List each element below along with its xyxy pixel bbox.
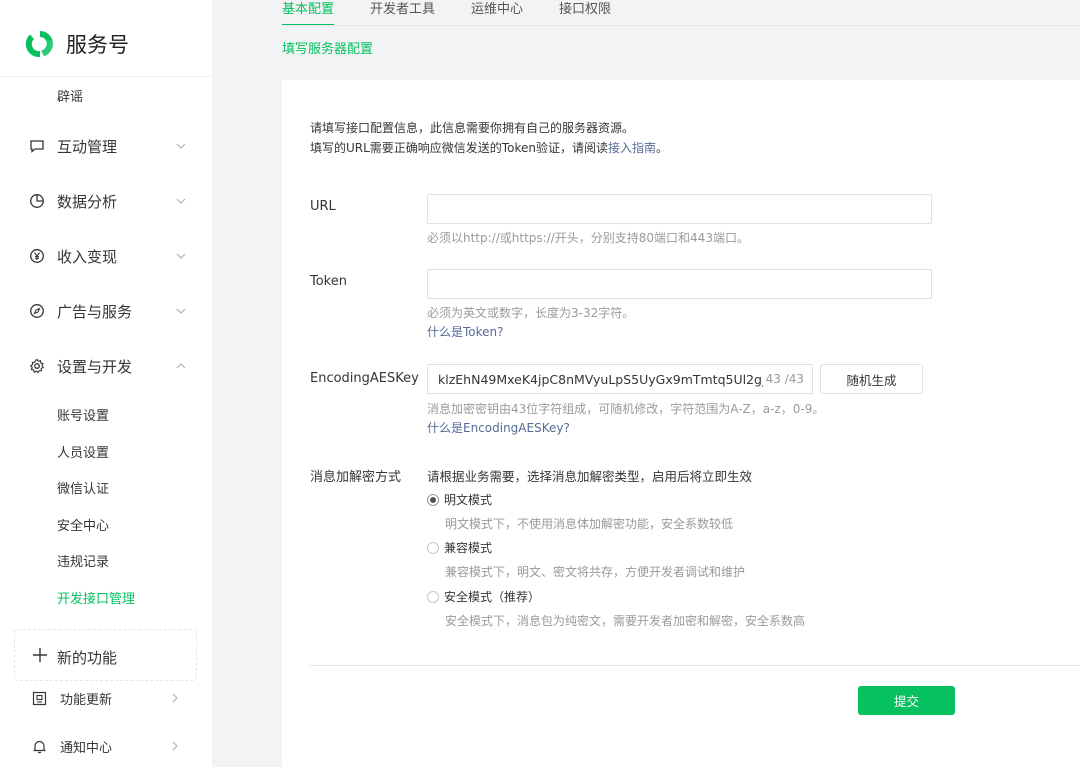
token-label: Token: [310, 274, 347, 289]
aes-key-value: klzEhN49MxeK4jpC8nMVyuLpS5UyGx9mTmtq5Ul2…: [438, 371, 766, 387]
sidebar-item-label: 广告与服务: [57, 302, 133, 321]
aes-key-hint: 消息加密密钥由43位字符组成，可随机修改，字符范围为A-Z，a-z，0-9。: [427, 402, 825, 416]
new-feature-label: 新的功能: [57, 649, 118, 667]
intro-line-2: 填写的URL需要正确响应微信发送的Token验证，请阅读接入指南。: [310, 138, 668, 158]
sidebar-item-feature-updates[interactable]: 功能更新: [30, 686, 182, 710]
compass-icon: [28, 302, 46, 320]
server-config-link[interactable]: 填写服务器配置: [282, 38, 373, 57]
random-generate-button[interactable]: 随机生成: [820, 364, 923, 394]
tab-api-permissions[interactable]: 接口权限: [559, 0, 611, 26]
radio-label: 明文模式: [444, 493, 493, 507]
intro-line-2-suffix: 。: [655, 141, 668, 155]
sidebar-item-label: 设置与开发: [57, 357, 133, 376]
radio-label: 安全模式（推荐）: [444, 590, 541, 604]
sidebar-item-monetization[interactable]: 收入变现: [28, 244, 188, 268]
chat-bubble-icon: [28, 137, 46, 155]
update-box-icon: [30, 689, 48, 707]
radio-unchecked-icon: [427, 590, 439, 603]
wechat-service-logo-icon: [25, 31, 53, 58]
radio-checked-icon: [427, 493, 439, 506]
sidebar-sub-item-rumor[interactable]: 辟谣: [57, 86, 83, 105]
secure-mode-desc: 安全模式下，消息包为纯密文，需要开发者加密和解密，安全系数高: [445, 614, 806, 628]
intro-line-1: 请填写接口配置信息，此信息需要你拥有自己的服务器资源。: [310, 121, 635, 135]
yen-coin-icon: [28, 247, 46, 265]
compatible-mode-desc: 兼容模式下，明文、密文将共存，方便开发者调试和维护: [445, 565, 746, 579]
radio-secure-mode[interactable]: 安全模式（推荐）: [427, 588, 540, 605]
url-input[interactable]: [427, 194, 932, 224]
what-is-aes-key-link[interactable]: 什么是EncodingAESKey?: [427, 419, 570, 436]
gear-icon: [28, 357, 46, 375]
token-input[interactable]: [427, 269, 932, 299]
access-guide-link[interactable]: 接入指南: [608, 141, 656, 155]
aes-key-label: EncodingAESKey: [310, 371, 419, 386]
chevron-down-icon: [176, 308, 186, 314]
sidebar-item-interaction[interactable]: 互动管理: [28, 134, 188, 158]
aes-key-input[interactable]: klzEhN49MxeK4jpC8nMVyuLpS5UyGx9mTmtq5Ul2…: [427, 364, 813, 394]
sidebar-item-label: 功能更新: [60, 692, 113, 708]
server-config-card: 请填写接口配置信息，此信息需要你拥有自己的服务器资源。 填写的URL需要正确响应…: [282, 80, 1080, 767]
brand-name: 服务号: [66, 33, 129, 57]
encryption-mode-intro: 请根据业务需要，选择消息加解密类型，启用后将立即生效: [427, 469, 753, 484]
sidebar-sub-item-dev-interface[interactable]: 开发接口管理: [57, 588, 135, 607]
chevron-down-icon: [176, 253, 186, 259]
form-divider: [310, 665, 1080, 666]
sidebar-item-label: 收入变现: [57, 247, 118, 266]
chevron-down-icon: [176, 198, 186, 204]
plaintext-mode-desc: 明文模式下，不使用消息体加解密功能，安全系数较低: [445, 517, 734, 531]
sidebar-item-label: 通知中心: [60, 740, 113, 756]
sidebar: 服务号 辟谣 互动管理 数据分析 收入变现 广告与服务 设置与开发 账号设置 人…: [0, 0, 212, 767]
chevron-right-icon: [172, 693, 178, 703]
intro-line-2-prefix: 填写的URL需要正确响应微信发送的Token验证，请阅读: [310, 141, 608, 155]
sidebar-item-ads-services[interactable]: 广告与服务: [28, 299, 188, 323]
sidebar-item-label: 互动管理: [57, 137, 118, 156]
chevron-down-icon: [176, 143, 186, 149]
sidebar-sub-item-member-settings[interactable]: 人员设置: [57, 442, 109, 461]
intro-text: 请填写接口配置信息，此信息需要你拥有自己的服务器资源。 填写的URL需要正确响应…: [310, 118, 668, 158]
sidebar-sub-item-account-settings[interactable]: 账号设置: [57, 405, 109, 424]
sidebar-item-label: 数据分析: [57, 192, 118, 211]
pie-chart-icon: [28, 192, 46, 210]
tab-bar: 基本配置 开发者工具 运维中心 接口权限: [282, 0, 647, 26]
new-feature-button[interactable]: 新的功能: [14, 629, 197, 681]
what-is-token-link[interactable]: 什么是Token?: [427, 323, 504, 340]
tab-ops-center[interactable]: 运维中心: [471, 0, 523, 26]
chevron-up-icon: [176, 363, 186, 369]
radio-compatible-mode[interactable]: 兼容模式: [427, 539, 492, 556]
radio-plaintext-mode[interactable]: 明文模式: [427, 491, 492, 508]
plus-icon: [31, 646, 49, 667]
encryption-mode-label: 消息加解密方式: [310, 470, 402, 485]
token-hint: 必须为英文或数字，长度为3-32字符。: [427, 306, 635, 320]
sidebar-sub-item-security-center[interactable]: 安全中心: [57, 515, 109, 534]
sidebar-divider: [0, 76, 212, 77]
radio-unchecked-icon: [427, 541, 439, 554]
radio-label: 兼容模式: [444, 541, 493, 555]
sidebar-item-data-analysis[interactable]: 数据分析: [28, 189, 188, 213]
sidebar-sub-item-violation-records[interactable]: 违规记录: [57, 551, 109, 570]
url-hint: 必须以http://或https://开头，分别支持80端口和443端口。: [427, 231, 749, 245]
submit-button[interactable]: 提交: [858, 686, 955, 715]
brand[interactable]: 服务号: [24, 28, 129, 60]
sidebar-item-notification-center[interactable]: 通知中心: [30, 734, 182, 758]
bell-icon: [30, 737, 48, 755]
chevron-right-icon: [172, 741, 178, 751]
tab-developer-tools[interactable]: 开发者工具: [370, 0, 435, 26]
subheader: 填写服务器配置: [282, 26, 1080, 80]
url-label: URL: [310, 199, 336, 214]
sidebar-sub-item-wechat-verification[interactable]: 微信认证: [57, 478, 109, 497]
aes-key-char-count: 43 /43: [762, 372, 804, 386]
sidebar-item-settings-dev[interactable]: 设置与开发: [28, 354, 188, 378]
tab-basic-config[interactable]: 基本配置: [282, 0, 335, 26]
